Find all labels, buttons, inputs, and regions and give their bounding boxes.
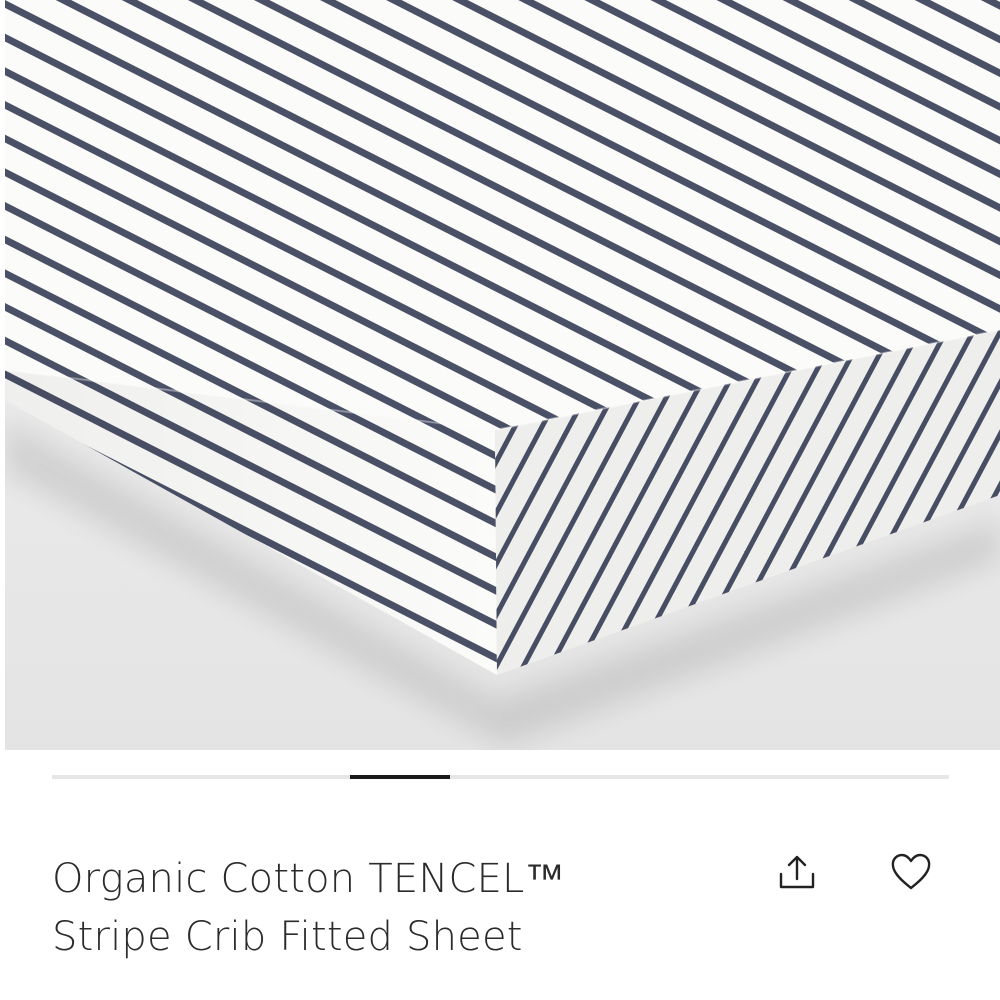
share-button[interactable]	[773, 848, 821, 896]
heart-icon	[891, 853, 931, 890]
share-icon	[779, 855, 815, 889]
product-title-line-1: Organic Cotton TENCEL™	[52, 856, 565, 902]
image-carousel-progress[interactable]	[52, 775, 949, 779]
product-title-line-2: Stripe Crib Fitted Sheet	[52, 914, 523, 960]
product-image[interactable]	[5, 0, 1000, 750]
carousel-active-indicator	[350, 775, 450, 779]
product-title: Organic Cotton TENCEL™ Stripe Crib Fitte…	[52, 850, 692, 966]
favorite-button[interactable]	[887, 848, 935, 896]
